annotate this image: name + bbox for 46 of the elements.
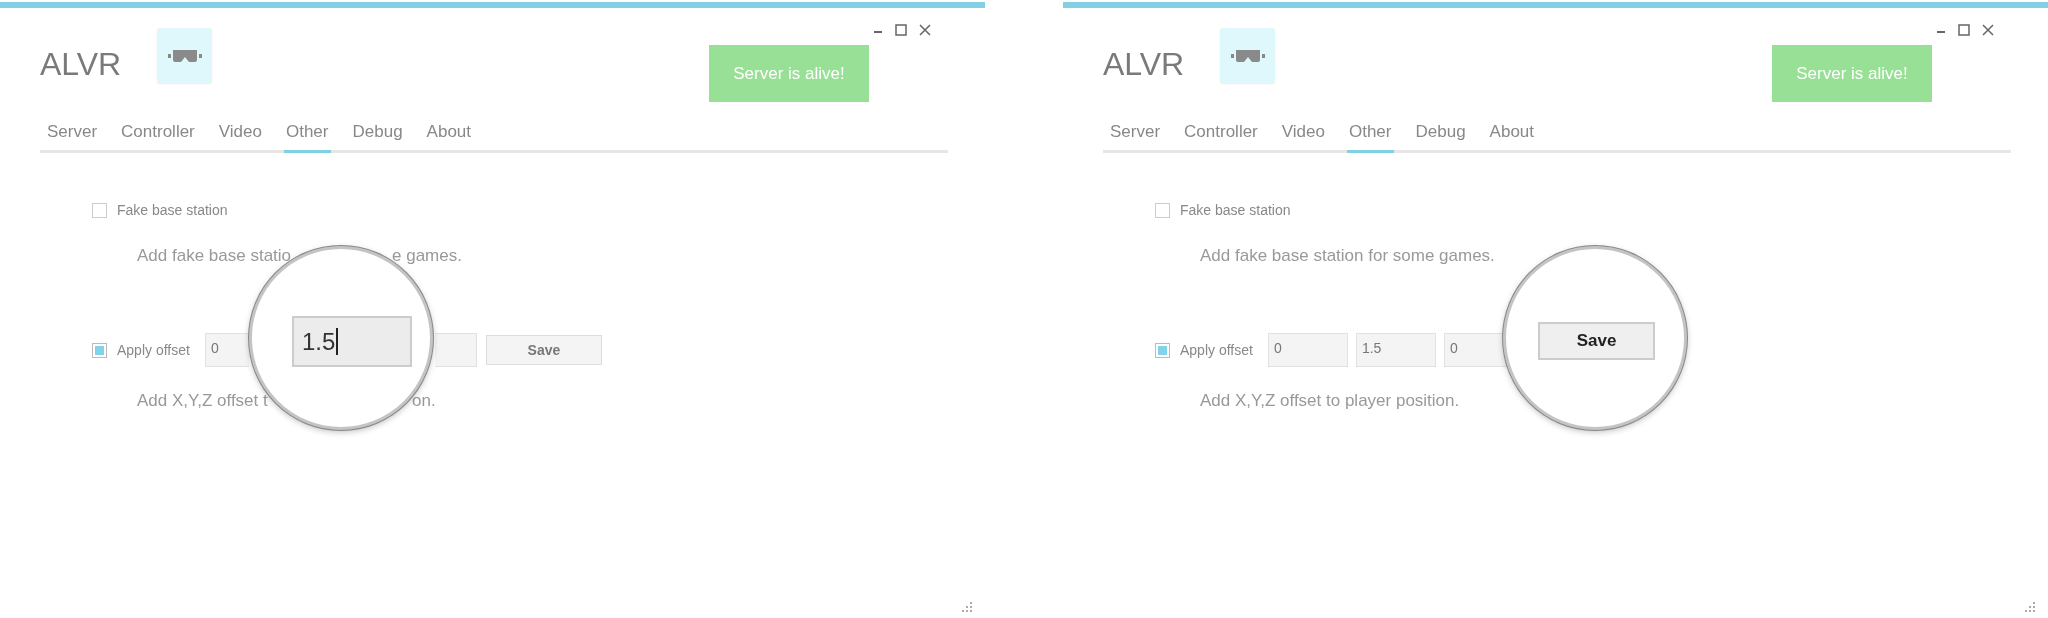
checkbox-label: Fake base station [1180, 202, 1291, 218]
input-field[interactable]: 1.5 [1355, 333, 1436, 367]
app-title: ALVR [40, 46, 122, 83]
tab[interactable]: Other [283, 122, 331, 153]
checkbox[interactable] [92, 342, 107, 358]
tab[interactable]: Controller [119, 122, 197, 153]
close-icon[interactable] [919, 24, 931, 36]
tab[interactable]: Server [1108, 122, 1163, 153]
checkbox[interactable] [1155, 342, 1170, 358]
checkbox[interactable] [92, 202, 107, 218]
description-text: Add fake base station for some games. [1200, 246, 1495, 267]
input-field[interactable] [434, 333, 477, 367]
input-field[interactable]: 1.5 [292, 316, 412, 367]
maximize-icon[interactable] [1958, 24, 1970, 36]
checkbox-label: Fake base station [117, 202, 228, 218]
tab[interactable]: About [424, 122, 474, 153]
checkbox-label: Apply offset [117, 342, 190, 358]
input-field[interactable]: 0 [1443, 333, 1508, 367]
save-button[interactable]: Save [485, 335, 602, 365]
description-text: Add X,Y,Z offset to player position. [1200, 391, 1460, 412]
resize-grip-icon[interactable] [2024, 601, 2036, 613]
server-status-badge: Server is alive! [1772, 45, 1932, 102]
maximize-icon[interactable] [895, 24, 907, 36]
description-text: Add X,Y,Z offset t [137, 391, 268, 412]
save-button[interactable]: Save [1538, 322, 1655, 360]
close-icon[interactable] [1982, 24, 1994, 36]
resize-grip-icon[interactable] [961, 601, 973, 613]
description-text: Add fake base statio [137, 246, 292, 267]
app-title: ALVR [1103, 46, 1185, 83]
input-field[interactable]: 0 [204, 333, 249, 367]
checkbox[interactable] [1155, 202, 1170, 218]
description-text: on. [412, 391, 436, 412]
tab[interactable]: About [1487, 122, 1537, 153]
headset-icon [1220, 28, 1276, 83]
tab[interactable]: Controller [1182, 122, 1260, 153]
tab[interactable]: Debug [350, 122, 405, 153]
input-field[interactable]: 0 [1267, 333, 1348, 367]
tab[interactable]: Video [216, 122, 264, 153]
server-status-badge: Server is alive! [709, 45, 869, 102]
description-text: e games. [392, 246, 462, 267]
tab[interactable]: Server [45, 122, 100, 153]
tab[interactable]: Video [1279, 122, 1327, 153]
tab[interactable]: Other [1346, 122, 1394, 153]
tab[interactable]: Debug [1413, 122, 1468, 153]
checkbox-label: Apply offset [1180, 342, 1253, 358]
headset-icon [157, 28, 213, 83]
